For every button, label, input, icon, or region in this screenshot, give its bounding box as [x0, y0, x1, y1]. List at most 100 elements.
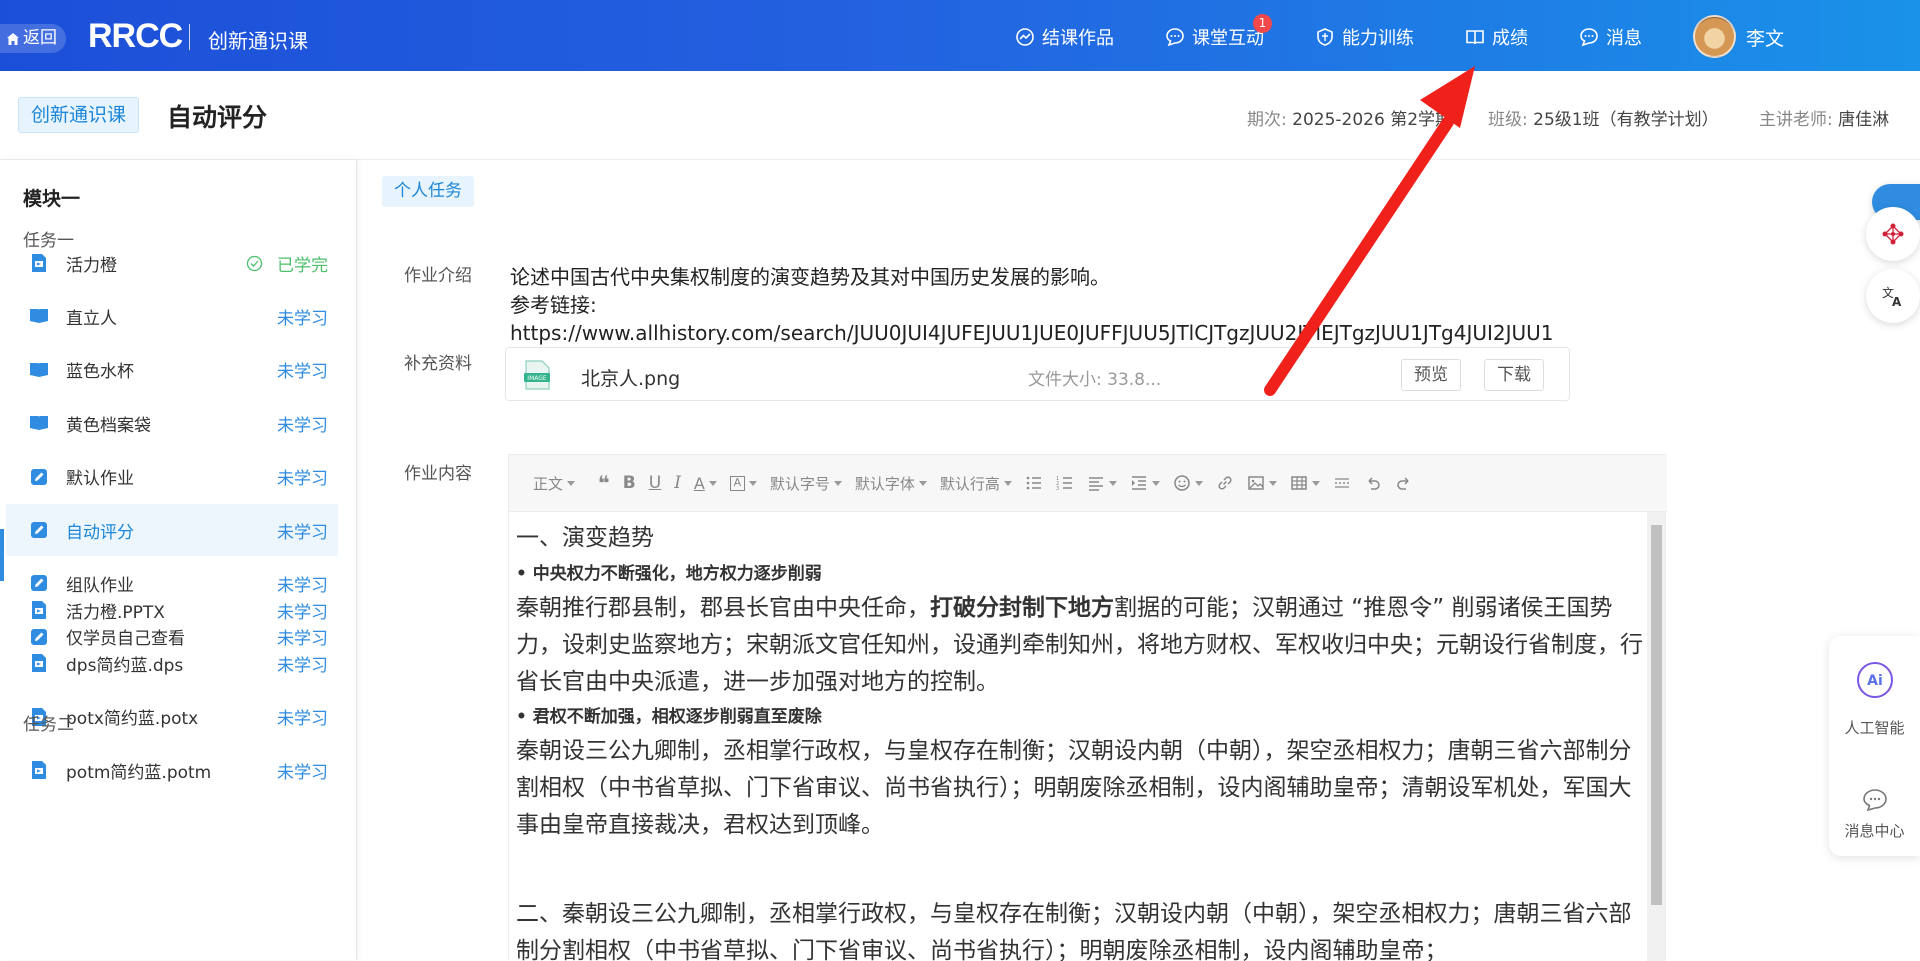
image-file-icon: IMAGE	[524, 360, 550, 390]
status-label: 未学习	[277, 415, 328, 436]
back-button[interactable]: 返回	[0, 24, 66, 53]
divider	[189, 24, 190, 50]
underline-icon[interactable]: U	[645, 468, 665, 498]
message-center-icon[interactable]	[1862, 788, 1888, 812]
rich-text-editor: 正文 ❝ B U I A A 默认字号 默认字体 默认行高 123 一、演变趋势…	[508, 454, 1667, 961]
sidebar-item-label: 活力橙.PPTX	[66, 602, 165, 623]
translate-icon[interactable]: 文A	[1866, 269, 1920, 323]
scrollbar-thumb[interactable]	[1651, 525, 1662, 905]
sidebar-item[interactable]: 自动评分 未学习	[6, 504, 338, 556]
indent-icon[interactable]	[1126, 468, 1164, 498]
editor-toolbar: 正文 ❝ B U I A A 默认字号 默认字体 默认行高 123	[509, 455, 1667, 512]
image-icon[interactable]	[1243, 468, 1281, 498]
nav-messages[interactable]: 消息	[1579, 24, 1642, 50]
editor-scrollbar[interactable]	[1647, 512, 1665, 961]
shield-icon	[1317, 28, 1333, 46]
nav-class-interaction[interactable]: 课堂互动	[1165, 24, 1264, 50]
paragraph: 秦朝设三公九卿制，丞相掌行政权，与皇权存在制衡；汉朝设内朝（中朝），架空丞相权力…	[516, 738, 1632, 838]
font-family-select[interactable]: 默认字体	[851, 468, 931, 498]
slides-icon	[29, 253, 49, 273]
nav-label: 消息	[1606, 28, 1642, 49]
sidebar-item[interactable]: 默认作业 未学习	[6, 451, 338, 503]
supplement-label: 补充资料	[404, 354, 472, 374]
link-icon[interactable]	[1212, 468, 1238, 498]
book-open-icon	[29, 360, 49, 380]
chart-icon	[1016, 28, 1034, 46]
divider-icon[interactable]	[1329, 468, 1355, 498]
assignment-intro: 论述中国古代中央集权制度的演变趋势及其对中国历史发展的影响。 参考链接: htt…	[510, 265, 1554, 347]
term-info: 期次: 2025-2026 第2学期	[1247, 110, 1453, 130]
svg-text:Ai: Ai	[1867, 673, 1883, 689]
avatar[interactable]	[1693, 15, 1736, 58]
paragraph-select[interactable]: 正文	[529, 468, 579, 498]
nav-label: 结课作品	[1042, 28, 1114, 49]
user-name[interactable]: 李文	[1746, 24, 1784, 51]
sidebar-item[interactable]: 黄色档案袋 未学习	[6, 397, 338, 449]
sidebar-item-label: 蓝色水杯	[66, 362, 134, 383]
sidebar-item[interactable]: potm简约蓝.potm 未学习	[6, 744, 338, 796]
font-color-icon[interactable]: A	[690, 468, 721, 498]
align-icon[interactable]	[1083, 468, 1121, 498]
ai-label[interactable]: 人工智能	[1829, 717, 1920, 738]
nav-label: 能力训练	[1342, 28, 1414, 49]
sidebar-item[interactable]: 活力橙.PPTX 未学习	[6, 584, 338, 636]
italic-icon[interactable]: I	[670, 468, 685, 498]
sub-header: 创新通识课 自动评分 期次: 2025-2026 第2学期 班级: 25级1班（…	[0, 71, 1920, 160]
status-label: 未学习	[277, 709, 328, 730]
sidebar-item[interactable]: 蓝色水杯 未学习	[6, 344, 338, 396]
download-button[interactable]: 下载	[1484, 359, 1544, 391]
font-size-select[interactable]: 默认字号	[766, 468, 846, 498]
network-icon[interactable]	[1866, 207, 1920, 261]
task-type-tag: 个人任务	[382, 176, 474, 207]
undo-icon[interactable]	[1360, 468, 1386, 498]
course-name: 创新通识课	[208, 29, 308, 53]
class-info: 班级: 25级1班（有教学计划）	[1488, 110, 1719, 130]
editor-content[interactable]: 一、演变趋势 中央权力不断强化，地方权力逐步削弱 秦朝推行郡县制，郡县长官由中央…	[509, 512, 1649, 961]
top-bar: 返回 RRCC 创新通识课 结课作品 课堂互动 1 能力训练 成绩 消息 李文	[0, 0, 1920, 71]
sidebar-item[interactable]: 直立人 未学习	[6, 290, 338, 342]
sidebar-item[interactable]: 活力橙 已学完	[6, 237, 338, 289]
status-label: 未学习	[277, 362, 328, 383]
nav-skill-training[interactable]: 能力训练	[1315, 24, 1414, 50]
teacher-info: 主讲老师: 唐佳淋	[1759, 110, 1890, 130]
sidebar-item[interactable]: dps简约蓝.dps 未学习	[6, 637, 338, 689]
emoji-icon[interactable]	[1169, 468, 1207, 498]
ai-icon[interactable]: Ai	[1856, 661, 1894, 699]
bg-color-icon[interactable]: A	[726, 468, 761, 498]
sidebar-item-label: 活力橙	[66, 255, 117, 276]
reference-link[interactable]: https://www.allhistory.com/search/JUU0JU…	[510, 319, 1554, 347]
content-label: 作业内容	[404, 464, 472, 484]
status-label: 未学习	[277, 602, 328, 623]
status-label: 未学习	[277, 469, 328, 490]
sidebar-item-label: 直立人	[66, 308, 117, 329]
sidebar-item-label: 默认作业	[66, 469, 134, 490]
file-name: 北京人.png	[581, 368, 681, 390]
sidebar-item-label: 黄色档案袋	[66, 415, 151, 436]
line-height-select[interactable]: 默认行高	[936, 468, 1016, 498]
sidebar-item-label: dps简约蓝.dps	[66, 655, 184, 676]
bullet-list-icon[interactable]	[1021, 468, 1047, 498]
numbered-list-icon[interactable]: 123	[1052, 468, 1078, 498]
nav-final-works[interactable]: 结课作品	[1015, 24, 1114, 50]
message-center-label[interactable]: 消息中心	[1829, 820, 1920, 841]
redo-icon[interactable]	[1391, 468, 1417, 498]
message-icon	[1580, 28, 1598, 47]
quote-icon[interactable]: ❝	[594, 468, 614, 498]
nav-grades[interactable]: 成绩	[1465, 24, 1528, 50]
slides-icon	[29, 760, 49, 780]
course-tag: 创新通识课	[18, 97, 140, 133]
module-title: 模块一	[23, 188, 81, 210]
chat-icon	[1166, 28, 1184, 47]
notification-badge: 1	[1253, 14, 1272, 33]
bold-icon[interactable]: B	[619, 468, 640, 498]
page-title: 自动评分	[167, 103, 268, 132]
book-open-icon	[29, 306, 49, 326]
back-label: 返回	[23, 28, 57, 48]
active-indicator	[0, 529, 4, 581]
preview-button[interactable]: 预览	[1401, 359, 1461, 391]
svg-text:A: A	[1892, 295, 1902, 308]
logo: RRCC	[88, 17, 183, 55]
attachment-card: IMAGE 北京人.png 文件大小: 33.8... 预览 下载	[505, 347, 1570, 401]
heading: 一、演变趋势	[516, 525, 654, 551]
table-icon[interactable]	[1286, 468, 1324, 498]
